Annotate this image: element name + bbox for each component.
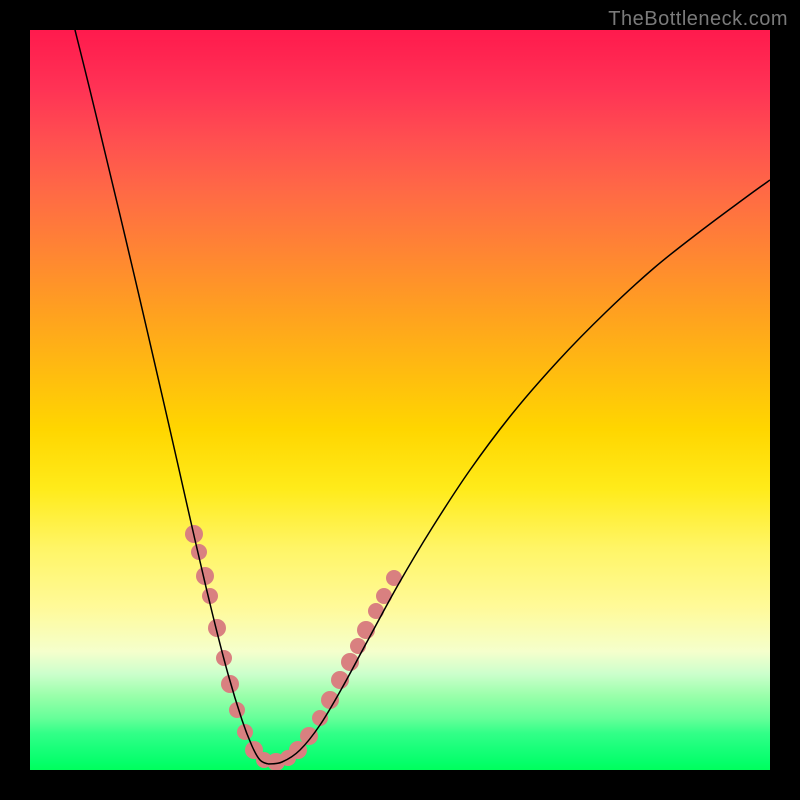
dots-group (185, 525, 402, 770)
data-dot (368, 603, 384, 619)
left-curve (75, 30, 268, 764)
data-dot (221, 675, 239, 693)
data-dot (312, 710, 328, 726)
data-dot (350, 638, 366, 654)
data-dot (237, 724, 253, 740)
data-dot (300, 727, 318, 745)
chart-svg (30, 30, 770, 770)
data-dot (321, 691, 339, 709)
data-dot (357, 621, 375, 639)
watermark-label: TheBottleneck.com (608, 8, 788, 31)
